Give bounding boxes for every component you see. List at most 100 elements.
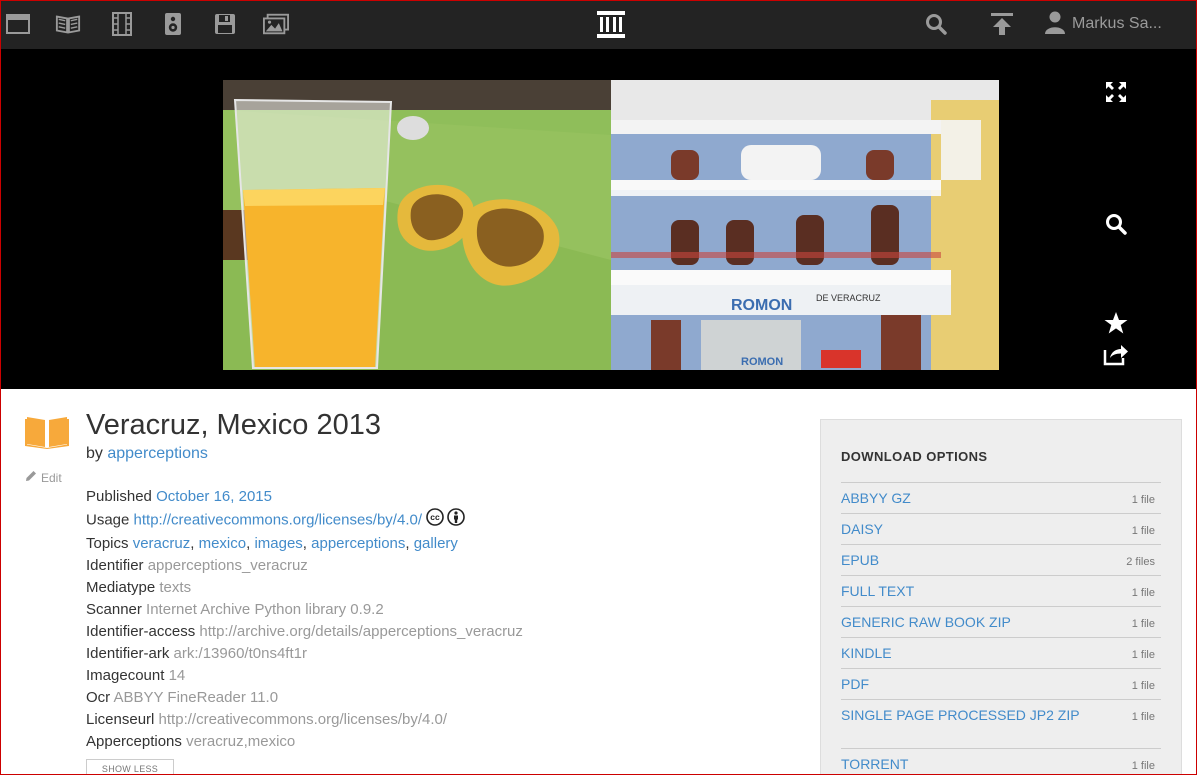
download-count: 1 file	[1131, 617, 1155, 630]
metadata-value: ABBYY FineReader 11.0	[113, 689, 279, 706]
download-name[interactable]: ABBYY GZ	[841, 490, 911, 506]
page-left-photo[interactable]	[223, 80, 611, 370]
upload-icon[interactable]	[989, 11, 1015, 37]
metadata-value: http://archive.org/details/apperceptions…	[199, 623, 523, 640]
item-title: Veracruz, Mexico 2013	[86, 409, 381, 441]
search-icon[interactable]	[923, 11, 949, 37]
metadata-row: Identifier apperceptions_veracruz	[86, 555, 523, 577]
metadata-value: 14	[168, 667, 186, 684]
cc-license-icons[interactable]: cc	[426, 508, 465, 533]
topic-link[interactable]: veracruz	[133, 535, 191, 552]
metadata-row: Imagecount 14	[86, 665, 523, 687]
download-name[interactable]: KINDLE	[841, 645, 892, 661]
download-count: 1 file	[1131, 679, 1155, 692]
metadata-value: Internet Archive Python library 0.9.2	[146, 601, 384, 618]
user-menu[interactable]: Markus Sa...	[1044, 10, 1162, 38]
download-name[interactable]: DAISY	[841, 521, 883, 537]
metadata-row: Identifier-ark ark:/13960/t0ns4ft1r	[86, 643, 523, 665]
favorite-star-icon[interactable]	[1101, 308, 1131, 338]
by-label: by	[86, 445, 103, 462]
svg-text:DE VERACRUZ: DE VERACRUZ	[816, 293, 881, 303]
user-name: Markus Sa...	[1072, 15, 1162, 32]
download-name[interactable]: PDF	[841, 676, 869, 692]
topic-link[interactable]: gallery	[414, 535, 458, 552]
texts-icon[interactable]	[55, 11, 81, 37]
download-list: ABBYY GZ 1 file DAISY 1 file EPUB 2 files FULL…	[841, 482, 1161, 730]
metadata-row: Usage http://creativecommons.org/license…	[86, 508, 523, 533]
archive-logo-icon[interactable]	[595, 8, 627, 40]
metadata-value: apperceptions_veracruz	[147, 557, 308, 574]
download-count: 1 file	[1131, 586, 1155, 599]
fullscreen-icon[interactable]	[1101, 77, 1131, 107]
edit-label: Edit	[41, 470, 62, 485]
metadata-value: veracruz,mexico	[186, 733, 296, 750]
texts-mediatype-icon	[25, 413, 69, 454]
download-count: 1 file	[1131, 759, 1155, 772]
download-item-torrent[interactable]: TORRENT 1 file	[841, 748, 1161, 774]
metadata-key: Identifier	[86, 557, 144, 574]
download-item[interactable]: FULL TEXT 1 file	[841, 575, 1161, 606]
metadata-row: Identifier-access http://archive.org/det…	[86, 621, 523, 643]
topic-link[interactable]: apperceptions	[311, 535, 405, 552]
metadata-value: ark:/13960/t0ns4ft1r	[173, 645, 307, 662]
metadata-key: Ocr	[86, 689, 111, 706]
metadata-key: Licenseurl	[86, 711, 155, 728]
svg-text:cc: cc	[430, 512, 440, 522]
download-item[interactable]: EPUB 2 files	[841, 544, 1161, 575]
archive-item-page: Markus Sa... ROMON DE VERACRUZ ROMON Edi…	[0, 0, 1197, 775]
download-item[interactable]: DAISY 1 file	[841, 513, 1161, 544]
download-count: 1 file	[1131, 648, 1155, 661]
metadata-link[interactable]: http://creativecommons.org/licenses/by/4…	[134, 511, 422, 528]
metadata-row: Mediatype texts	[86, 577, 523, 599]
share-icon[interactable]	[1101, 339, 1131, 369]
download-name[interactable]: TORRENT	[841, 756, 908, 772]
metadata-value: texts	[159, 579, 192, 596]
download-item[interactable]: PDF 1 file	[841, 668, 1161, 699]
web-icon[interactable]	[5, 11, 31, 37]
metadata-key: Usage	[86, 511, 130, 529]
download-count: 1 file	[1131, 710, 1155, 723]
metadata-key: Published	[86, 488, 152, 505]
metadata-row: Ocr ABBYY FineReader 11.0	[86, 687, 523, 709]
page-right-photo[interactable]: ROMON DE VERACRUZ ROMON	[611, 80, 999, 370]
metadata-row: Apperceptions veracruz,mexico	[86, 731, 523, 753]
download-name[interactable]: SINGLE PAGE PROCESSED JP2 ZIP	[841, 707, 1080, 723]
topic-link[interactable]: mexico	[199, 535, 247, 552]
cc-icon: cc	[426, 508, 444, 533]
software-icon[interactable]	[212, 11, 238, 37]
metadata-key: Imagecount	[86, 667, 165, 684]
download-options-heading: DOWNLOAD OPTIONS	[841, 449, 988, 464]
download-name[interactable]: EPUB	[841, 552, 879, 568]
show-less-button[interactable]: SHOW LESS	[86, 759, 174, 774]
download-item[interactable]: SINGLE PAGE PROCESSED JP2 ZIP 1 file	[841, 699, 1161, 730]
metadata-key: Apperceptions	[86, 733, 182, 750]
download-name[interactable]: FULL TEXT	[841, 583, 914, 599]
download-item[interactable]: KINDLE 1 file	[841, 637, 1161, 668]
download-item[interactable]: ABBYY GZ 1 file	[841, 482, 1161, 513]
download-count: 1 file	[1131, 493, 1155, 506]
audio-icon[interactable]	[160, 11, 186, 37]
metadata-value: http://creativecommons.org/licenses/by/4…	[158, 711, 448, 728]
top-navbar: Markus Sa...	[1, 1, 1196, 49]
download-name[interactable]: GENERIC RAW BOOK ZIP	[841, 614, 1011, 630]
metadata-key: Scanner	[86, 601, 142, 618]
metadata-key: Topics	[86, 535, 129, 552]
download-item[interactable]: GENERIC RAW BOOK ZIP 1 file	[841, 606, 1161, 637]
item-details: Edit Veracruz, Mexico 2013 by appercepti…	[1, 389, 1196, 774]
images-icon[interactable]	[263, 11, 289, 37]
metadata-row: Published October 16, 2015	[86, 486, 523, 508]
metadata-link[interactable]: October 16, 2015	[156, 488, 272, 505]
book-reader[interactable]: ROMON DE VERACRUZ ROMON	[1, 49, 1196, 389]
metadata-row: Scanner Internet Archive Python library …	[86, 599, 523, 621]
pencil-icon	[25, 470, 37, 485]
metadata-key: Mediatype	[86, 579, 156, 596]
download-count: 1 file	[1131, 524, 1155, 537]
zoom-search-icon[interactable]	[1101, 209, 1131, 239]
metadata-row: Topics veracruz, mexico, images, apperce…	[86, 535, 458, 552]
topic-link[interactable]: images	[254, 535, 302, 552]
svg-text:ROMON: ROMON	[731, 297, 792, 314]
video-icon[interactable]	[109, 11, 135, 37]
author-link[interactable]: apperceptions	[107, 445, 208, 462]
edit-link[interactable]: Edit	[25, 470, 62, 485]
download-count: 2 files	[1126, 555, 1155, 568]
